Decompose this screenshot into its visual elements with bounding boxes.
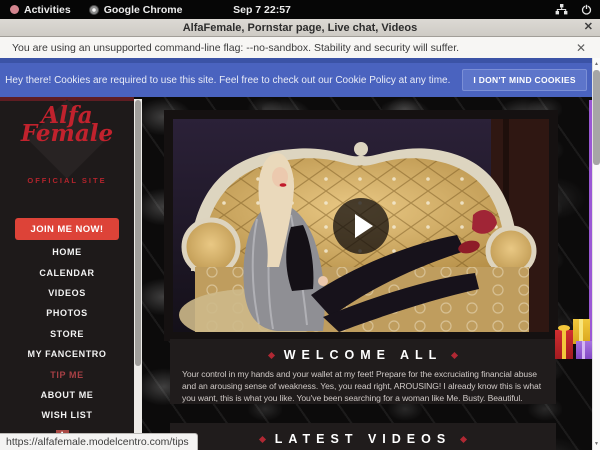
latest-videos-heading: LATEST VIDEOS <box>170 432 556 446</box>
welcome-section: WELCOME ALL Your control in my hands and… <box>170 339 556 404</box>
infobar-close-icon[interactable]: ✕ <box>576 41 586 55</box>
activities-button[interactable]: Activities <box>10 4 71 16</box>
heading-bullet-icon <box>259 435 266 442</box>
gifts-widget[interactable] <box>555 319 593 363</box>
welcome-text: Your control in my hands and your wallet… <box>182 368 544 404</box>
cookie-banner: Hey there! Cookies are required to use t… <box>0 58 592 97</box>
join-now-button[interactable]: JOIN ME NOW! <box>15 218 119 240</box>
page-body: Alfa Female OFFICIAL SITE JOIN ME NOW! H… <box>0 97 592 450</box>
sidebar-item-store[interactable]: STORE <box>0 324 134 344</box>
sidebar-item-my-fancentro[interactable]: MY FANCENTRO <box>0 344 134 364</box>
main-content: WELCOME ALL Your control in my hands and… <box>142 97 592 450</box>
heading-bullet-icon <box>268 351 275 358</box>
infobar-message: You are using an unsupported command-lin… <box>12 42 459 54</box>
network-icon[interactable] <box>555 4 568 15</box>
heading-bullet-icon <box>460 435 467 442</box>
sidebar-item-calendar[interactable]: CALENDAR <box>0 262 134 282</box>
gnome-top-bar: Activities Google Chrome Sep 7 22:57 <box>0 0 600 19</box>
cookie-accept-button[interactable]: I DON'T MIND COOKIES <box>462 69 586 91</box>
welcome-heading: WELCOME ALL <box>170 348 556 362</box>
latest-videos-title: LATEST VIDEOS <box>275 432 451 446</box>
sidebar-item-home[interactable]: HOME <box>0 242 134 262</box>
chrome-icon <box>89 5 99 15</box>
sidebar-item-videos[interactable]: VIDEOS <box>0 283 134 303</box>
chrome-infobar: You are using an unsupported command-lin… <box>0 37 600 58</box>
play-button[interactable] <box>333 198 389 254</box>
sidebar: Alfa Female OFFICIAL SITE JOIN ME NOW! H… <box>0 97 134 450</box>
play-icon <box>355 214 373 238</box>
window-title: AlfaFemale, Pornstar page, Live chat, Vi… <box>183 22 418 34</box>
cookie-message: Hey there! Cookies are required to use t… <box>5 75 450 86</box>
activities-label: Activities <box>24 4 71 16</box>
browser-viewport: Hey there! Cookies are required to use t… <box>0 58 600 450</box>
logo-line2: Female <box>0 123 134 144</box>
heading-bullet-icon <box>451 351 458 358</box>
activities-indicator-icon <box>10 5 19 14</box>
welcome-title: WELCOME ALL <box>284 348 443 362</box>
sidebar-nav: HOME CALENDAR VIDEOS PHOTOS STORE MY FAN… <box>0 242 134 426</box>
browser-scrollbar[interactable]: ▲ ▼ <box>592 58 600 450</box>
app-menu-label: Google Chrome <box>104 4 183 16</box>
scroll-up-icon[interactable]: ▲ <box>593 61 600 67</box>
sidebar-item-tip-me[interactable]: TIP ME <box>0 364 134 384</box>
window-close-icon[interactable]: ✕ <box>584 20 593 33</box>
purple-gift-icon <box>576 341 592 359</box>
sidebar-scrollbar[interactable] <box>134 99 142 450</box>
clock[interactable]: Sep 7 22:57 <box>233 4 291 16</box>
desktop: Activities Google Chrome Sep 7 22:57 <box>0 0 600 450</box>
official-site-tagline: OFFICIAL SITE <box>0 176 134 185</box>
sidebar-item-wish-list[interactable]: WISH LIST <box>0 405 134 425</box>
sidebar-item-photos[interactable]: PHOTOS <box>0 303 134 323</box>
latest-videos-section: LATEST VIDEOS <box>170 423 556 450</box>
app-menu-button[interactable]: Google Chrome <box>89 4 183 16</box>
window-titlebar[interactable]: AlfaFemale, Pornstar page, Live chat, Vi… <box>0 19 600 37</box>
site-logo[interactable]: Alfa Female <box>0 105 134 167</box>
status-bar-url: https://alfafemale.modelcentro.com/tips <box>0 433 198 450</box>
scroll-down-icon[interactable]: ▼ <box>593 441 600 447</box>
browser-scrollbar-thumb[interactable] <box>593 70 600 165</box>
sidebar-scrollbar-thumb[interactable] <box>135 100 141 366</box>
red-gift-icon <box>555 330 573 359</box>
video-player[interactable] <box>164 110 558 341</box>
power-icon[interactable] <box>581 4 592 15</box>
sidebar-item-about-me[interactable]: ABOUT ME <box>0 385 134 405</box>
